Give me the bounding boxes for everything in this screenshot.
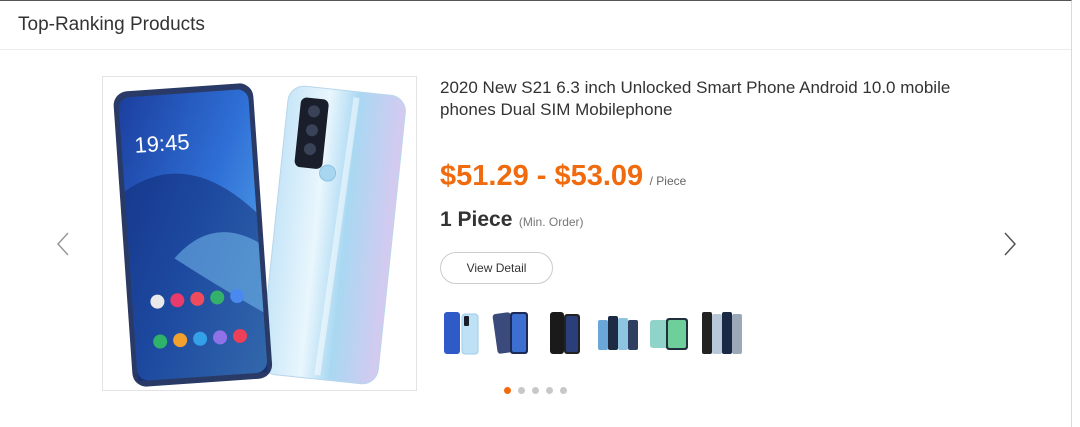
thumbnail-4[interactable] [596,308,642,358]
carousel-dot-5[interactable] [560,387,567,394]
section-title: Top-Ranking Products [18,14,205,35]
view-detail-button[interactable]: View Detail [440,252,553,284]
carousel-dot-1[interactable] [504,387,511,394]
thumbnail-1[interactable] [440,308,486,358]
previous-arrow-icon[interactable] [48,228,80,260]
min-order-line: 1 Piece (Min. Order) [440,208,584,232]
phone-front-icon: 19:45 [113,83,273,387]
thumbnail-2[interactable] [492,308,538,358]
phone-back-icon [260,85,406,385]
min-order-label: (Min. Order) [518,215,584,229]
carousel-dot-3[interactable] [532,387,539,394]
thumbnail-6[interactable] [700,308,746,358]
section-header: Top-Ranking Products [0,1,1071,50]
product-image[interactable]: 19:45 [102,76,417,391]
price-range: $51.29 - $53.09 [440,160,644,192]
carousel-dot-2[interactable] [518,387,525,394]
carousel-dot-4[interactable] [546,387,553,394]
min-order-quantity: 1 Piece [440,208,513,231]
price-unit: / Piece [649,174,687,188]
svg-text:19:45: 19:45 [134,129,191,158]
next-arrow-icon[interactable] [993,228,1025,260]
product-info: 2020 New S21 6.3 inch Unlocked Smart Pho… [440,76,980,121]
price-line: $51.29 - $53.09 / Piece [440,160,686,193]
product-title[interactable]: 2020 New S21 6.3 inch Unlocked Smart Pho… [440,77,980,121]
thumbnail-5[interactable] [648,308,694,358]
thumbnail-3[interactable] [544,308,590,358]
